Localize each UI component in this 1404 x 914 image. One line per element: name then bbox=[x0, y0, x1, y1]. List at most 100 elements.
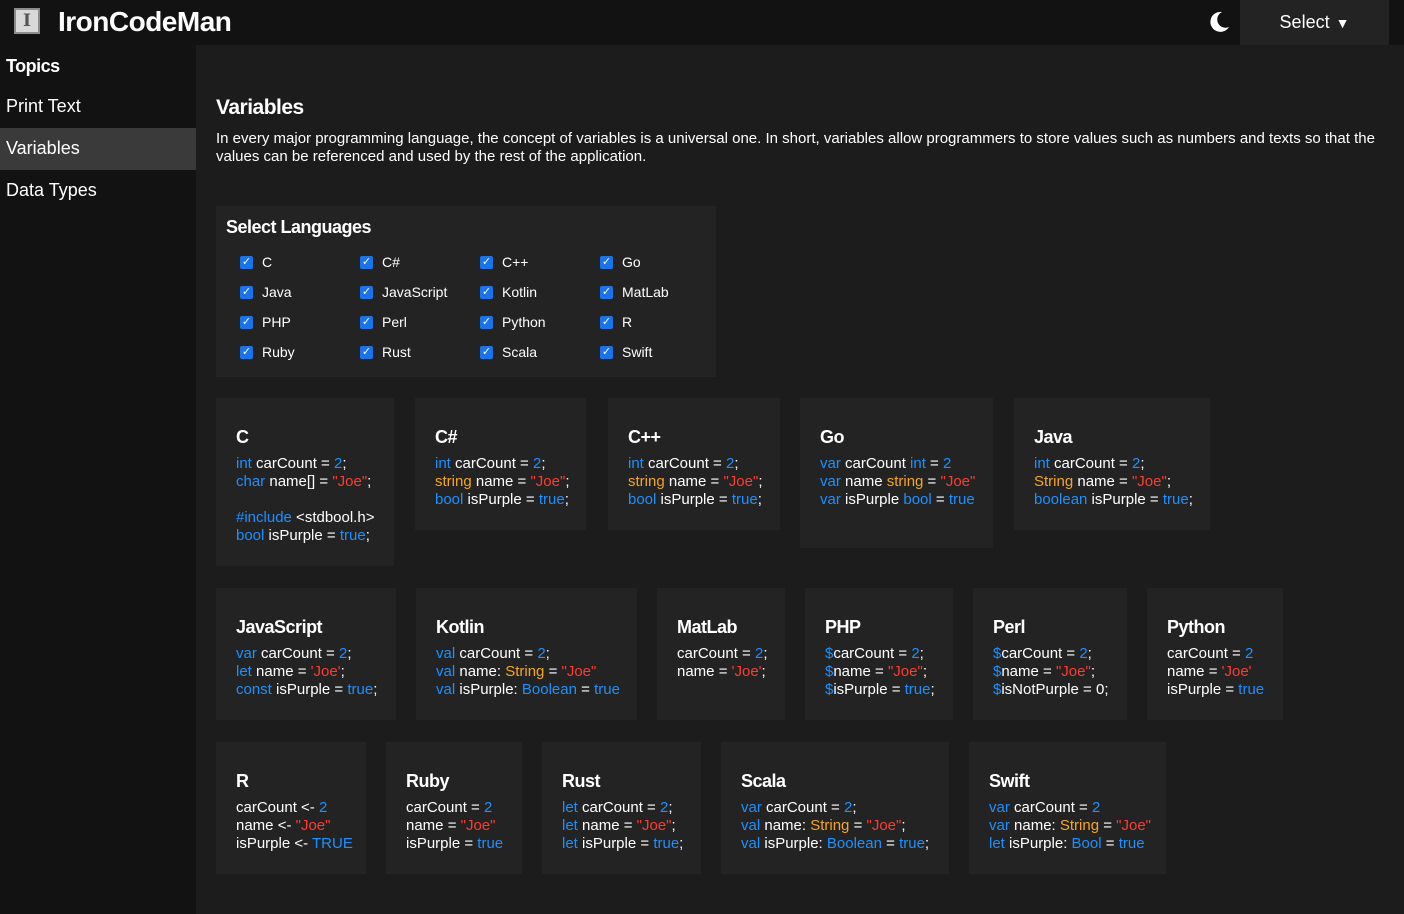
checkbox-checkmark-icon[interactable]: ✓ bbox=[240, 285, 253, 299]
sidebar-item-variables[interactable]: Variables bbox=[0, 128, 196, 170]
checkbox-label: Swift bbox=[622, 344, 653, 360]
code-line: int carCount = 2; bbox=[628, 455, 760, 473]
code-card-python: Python carCount = 2 name = 'Joe' isPurple =… bbox=[1147, 588, 1283, 720]
checkbox-checkmark-icon[interactable]: ✓ bbox=[360, 345, 373, 359]
code-token: string bbox=[886, 473, 924, 490]
code-token: carCount = bbox=[643, 455, 726, 472]
code-snippet: int carCount = 2; String name = "Joe"; boo… bbox=[1034, 455, 1193, 509]
checkbox-checkmark-icon[interactable]: ✓ bbox=[240, 345, 253, 359]
checkbox-checkmark-icon[interactable]: ✓ bbox=[600, 345, 613, 359]
code-token: "Joe" bbox=[1131, 473, 1167, 490]
card-title: Scala bbox=[741, 771, 786, 791]
checkbox-rust[interactable]: ✓ Rust bbox=[360, 342, 411, 362]
code-line: bool isPurple = true; bbox=[628, 491, 762, 509]
code-token: name <- bbox=[236, 817, 296, 834]
code-token: name = bbox=[664, 473, 724, 490]
code-token: Boolean bbox=[521, 681, 577, 698]
checkbox-checkmark-icon[interactable]: ✓ bbox=[360, 255, 373, 269]
code-token: ; bbox=[1087, 645, 1092, 662]
code-token: name: bbox=[455, 663, 506, 680]
card-title: Java bbox=[1034, 427, 1073, 447]
code-token: ; bbox=[852, 799, 857, 816]
site-title[interactable]: IronCodeMan bbox=[58, 6, 232, 38]
checkbox-go[interactable]: ✓ Go bbox=[600, 252, 641, 272]
code-token: int bbox=[435, 455, 451, 472]
checkbox-checkmark-icon[interactable]: ✓ bbox=[360, 285, 373, 299]
code-token: int bbox=[236, 455, 252, 472]
checkbox-checkmark-icon[interactable]: ✓ bbox=[240, 315, 253, 329]
checkbox-checkmark-icon[interactable]: ✓ bbox=[600, 255, 613, 269]
checkbox-r[interactable]: ✓ R bbox=[600, 312, 632, 332]
checkbox-label: C++ bbox=[502, 254, 529, 270]
checkbox-php[interactable]: ✓ PHP bbox=[240, 312, 291, 332]
code-token: "Joe" bbox=[561, 663, 597, 680]
sidebar: Topics Print Text Variables Data Types bbox=[0, 45, 196, 914]
code-token: ; bbox=[565, 473, 570, 490]
code-token: ; bbox=[668, 799, 673, 816]
code-snippet: int carCount = 2; string name = "Joe"; boo… bbox=[435, 455, 570, 509]
sidebar-item-data-types[interactable]: Data Types bbox=[0, 170, 196, 212]
moon-icon[interactable] bbox=[1206, 9, 1232, 35]
checkbox-csharp[interactable]: ✓ C# bbox=[360, 252, 400, 272]
checkbox-ruby[interactable]: ✓ Ruby bbox=[240, 342, 295, 362]
checkbox-label: JavaScript bbox=[382, 284, 448, 300]
code-token: val bbox=[436, 663, 456, 680]
checkbox-checkmark-icon[interactable]: ✓ bbox=[480, 345, 493, 359]
checkbox-checkmark-icon[interactable]: ✓ bbox=[600, 315, 613, 329]
code-token: bool bbox=[903, 491, 932, 508]
code-token: Boolean bbox=[826, 835, 882, 852]
card-title: MatLab bbox=[677, 617, 738, 637]
select-dropdown[interactable]: Select ▼ bbox=[1240, 0, 1389, 45]
code-card-javascript: JavaScript var carCount = 2; let name = 'J… bbox=[216, 588, 396, 720]
checkbox-label: Kotlin bbox=[502, 284, 538, 300]
code-token: 2 bbox=[1091, 799, 1101, 816]
checkbox-kotlin[interactable]: ✓ Kotlin bbox=[480, 282, 537, 302]
logo-icon[interactable]: I bbox=[14, 8, 40, 34]
card-title: Ruby bbox=[406, 771, 450, 791]
code-snippet: $carCount = 2; $name = "Joe"; $isPurple = … bbox=[825, 645, 935, 699]
code-token: name = bbox=[577, 817, 637, 834]
checkbox-checkmark-icon[interactable]: ✓ bbox=[480, 255, 493, 269]
checkbox-cpp[interactable]: ✓ C++ bbox=[480, 252, 528, 272]
code-line: $carCount = 2; bbox=[993, 645, 1107, 663]
card-title: C bbox=[236, 427, 249, 447]
code-token: TRUE bbox=[312, 835, 353, 852]
checkbox-perl[interactable]: ✓ Perl bbox=[360, 312, 407, 332]
code-token: isPurple = bbox=[264, 527, 340, 544]
code-token: ; bbox=[564, 491, 569, 508]
code-line: carCount <- 2 bbox=[236, 799, 346, 817]
code-token: String bbox=[810, 817, 850, 834]
checkbox-checkmark-icon[interactable]: ✓ bbox=[600, 285, 613, 299]
code-token: let bbox=[236, 663, 252, 680]
code-token: boolean bbox=[1034, 491, 1088, 508]
checkbox-javascript[interactable]: ✓ JavaScript bbox=[360, 282, 447, 302]
checkbox-scala[interactable]: ✓ Scala bbox=[480, 342, 537, 362]
checkbox-java[interactable]: ✓ Java bbox=[240, 282, 292, 302]
checkbox-matlab[interactable]: ✓ MatLab bbox=[600, 282, 669, 302]
sidebar-item-print-text[interactable]: Print Text bbox=[0, 86, 196, 128]
checkbox-checkmark-icon[interactable]: ✓ bbox=[480, 285, 493, 299]
code-line: carCount = 2 bbox=[1167, 645, 1263, 663]
checkbox-python[interactable]: ✓ Python bbox=[480, 312, 546, 332]
code-line: val carCount = 2; bbox=[436, 645, 617, 663]
code-line: var name: String = "Joe" bbox=[989, 817, 1151, 835]
code-token: ; bbox=[1090, 663, 1095, 680]
checkbox-checkmark-icon[interactable]: ✓ bbox=[360, 315, 373, 329]
checkbox-checkmark-icon[interactable]: ✓ bbox=[480, 315, 493, 329]
checkbox-c[interactable]: ✓ C bbox=[240, 252, 272, 272]
checkbox-swift[interactable]: ✓ Swift bbox=[600, 342, 652, 362]
code-token: String bbox=[505, 663, 545, 680]
card-title: Go bbox=[820, 427, 845, 447]
code-token: isPurple = bbox=[1167, 681, 1239, 698]
code-line: val name: String = "Joe" bbox=[436, 663, 617, 681]
code-token: ; bbox=[901, 817, 906, 834]
checkbox-label: PHP bbox=[262, 314, 291, 330]
code-line: int carCount = 2; bbox=[1034, 455, 1190, 473]
code-token: const bbox=[236, 681, 272, 698]
code-token: name = bbox=[406, 817, 461, 834]
code-token: name[] = bbox=[265, 473, 333, 490]
checkbox-checkmark-icon[interactable]: ✓ bbox=[240, 255, 253, 269]
code-line: name = 'Joe'; bbox=[677, 663, 766, 681]
code-token: true bbox=[347, 681, 374, 698]
